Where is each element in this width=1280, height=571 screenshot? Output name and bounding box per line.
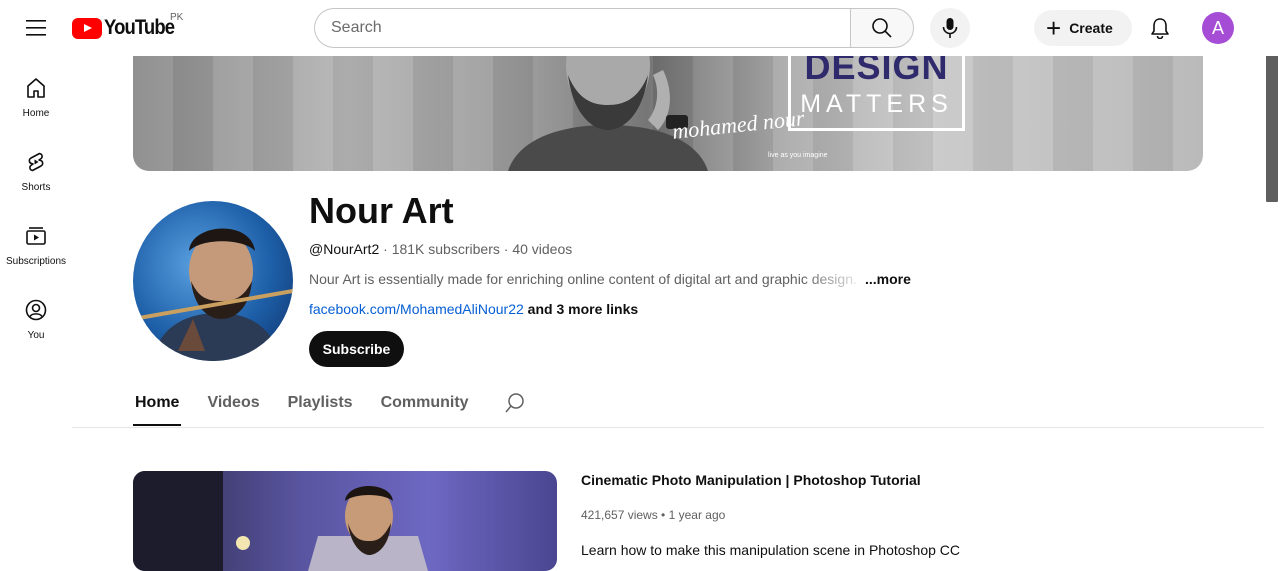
channel-meta: @NourArt2 · 181K subscribers · 40 videos	[309, 241, 572, 257]
shorts-icon	[28, 152, 44, 172]
create-button[interactable]: + Create	[1034, 10, 1132, 46]
account-avatar[interactable]: A	[1202, 12, 1234, 44]
description-more-button[interactable]: ...more	[865, 271, 911, 287]
logo-text: YouTube	[104, 16, 175, 39]
you-icon	[25, 299, 47, 321]
guide-item-label: Shorts	[21, 182, 51, 193]
more-links-button[interactable]: and 3 more links	[524, 301, 639, 317]
search-button[interactable]	[850, 8, 914, 48]
voice-search-button[interactable]	[930, 8, 970, 48]
guide-item-label: Home	[22, 108, 50, 119]
featured-video-meta: 421,657 views • 1 year ago	[581, 508, 725, 522]
channel-links: facebook.com/MohamedAliNour22 and 3 more…	[309, 301, 638, 317]
tab-home[interactable]: Home	[133, 380, 182, 426]
home-icon	[27, 78, 45, 98]
guide-item-shorts[interactable]: Shorts	[0, 130, 72, 204]
view-count: 421,657 views	[581, 508, 658, 522]
tabs-divider	[72, 427, 1264, 428]
guide-item-label: Subscriptions	[5, 256, 67, 267]
featured-video-description: Learn how to make this manipulation scen…	[581, 542, 960, 558]
channel-name: Nour Art	[309, 190, 454, 231]
channel-avatar-image	[133, 228, 293, 361]
channel-avatar[interactable]	[133, 201, 293, 361]
region-code: PK	[170, 12, 184, 23]
banner-matters-text: MATTERS	[800, 90, 953, 118]
guide-item-you[interactable]: You	[0, 278, 72, 352]
channel-search-button[interactable]	[504, 380, 527, 419]
meta-separator: ·	[499, 241, 513, 257]
top-bar: YouTube PK + Create A	[0, 0, 1280, 56]
tab-videos[interactable]: Videos	[205, 380, 261, 426]
channel-description[interactable]: Nour Art is essentially made for enrichi…	[309, 271, 869, 287]
guide-item-subscriptions[interactable]: Subscriptions	[0, 204, 72, 278]
featured-video-thumbnail[interactable]	[133, 471, 557, 571]
channel-handle: @NourArt2	[309, 241, 380, 257]
channel-tabs: Home Videos Playlists Community	[133, 380, 527, 428]
banner-tagline: live as you imagine	[768, 152, 828, 159]
featured-video-title[interactable]: Cinematic Photo Manipulation | Photoshop…	[581, 472, 921, 488]
tab-playlists[interactable]: Playlists	[286, 380, 355, 426]
search-box	[314, 8, 851, 48]
notifications-button[interactable]	[1142, 10, 1178, 46]
guide-item-label: You	[27, 330, 45, 341]
search-input[interactable]	[331, 19, 851, 37]
subscriptions-icon	[26, 227, 46, 245]
guide-item-home[interactable]: Home	[0, 56, 72, 130]
meta-dot: •	[657, 508, 669, 522]
thumbnail-image	[133, 471, 428, 571]
plus-icon: +	[1046, 13, 1062, 43]
microphone-icon	[942, 18, 958, 38]
bell-icon	[1151, 18, 1169, 39]
facebook-link[interactable]: facebook.com/MohamedAliNour22	[309, 301, 524, 317]
youtube-play-icon	[72, 17, 102, 39]
search-icon	[872, 18, 892, 38]
search-icon	[504, 393, 524, 413]
create-label: Create	[1069, 20, 1113, 36]
upload-age: 1 year ago	[668, 508, 726, 522]
subscribe-button[interactable]: Subscribe	[309, 331, 404, 367]
tab-community[interactable]: Community	[379, 380, 471, 426]
scrollbar-thumb[interactable]	[1266, 32, 1278, 202]
menu-icon[interactable]	[20, 12, 52, 44]
meta-separator: ·	[379, 241, 392, 257]
youtube-logo[interactable]: YouTube	[72, 14, 184, 42]
video-count: 40 videos	[512, 241, 573, 257]
mini-guide: Home Shorts Subscriptions You	[0, 56, 72, 352]
subscriber-count: 181K subscribers	[391, 241, 500, 257]
